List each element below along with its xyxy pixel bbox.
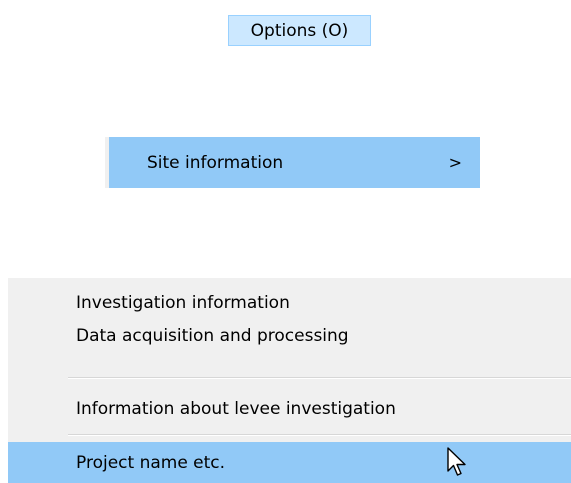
menu-item-project-name-etc[interactable]: Project name etc. xyxy=(8,442,571,483)
menu-separator xyxy=(68,434,571,436)
menu-item-label: Investigation information xyxy=(76,293,290,313)
menu-item-investigation-information[interactable]: Investigation information xyxy=(8,287,571,319)
menu-item-label: Project name etc. xyxy=(76,452,226,473)
chevron-right-icon: > xyxy=(448,153,462,172)
menu-item-site-information-label: Site information xyxy=(147,152,284,173)
menu-item-site-information[interactable]: Site information > xyxy=(105,137,480,188)
menu-item-data-acquisition-and-processing[interactable]: Data acquisition and processing xyxy=(8,320,571,352)
menu-gutter-edge xyxy=(105,137,109,188)
menu-item-label: Information about levee investigation xyxy=(76,399,396,419)
menu-item-label: Data acquisition and processing xyxy=(76,326,349,346)
arrow-pointer-icon xyxy=(447,447,466,476)
menu-separator xyxy=(68,377,571,379)
menu-options-label: Options (O) xyxy=(250,20,349,41)
site-information-submenu: Investigation information Data acquisiti… xyxy=(8,278,571,483)
menu-options[interactable]: Options (O) xyxy=(228,15,371,46)
menu-item-information-about-levee-investigation[interactable]: Information about levee investigation xyxy=(8,393,571,425)
